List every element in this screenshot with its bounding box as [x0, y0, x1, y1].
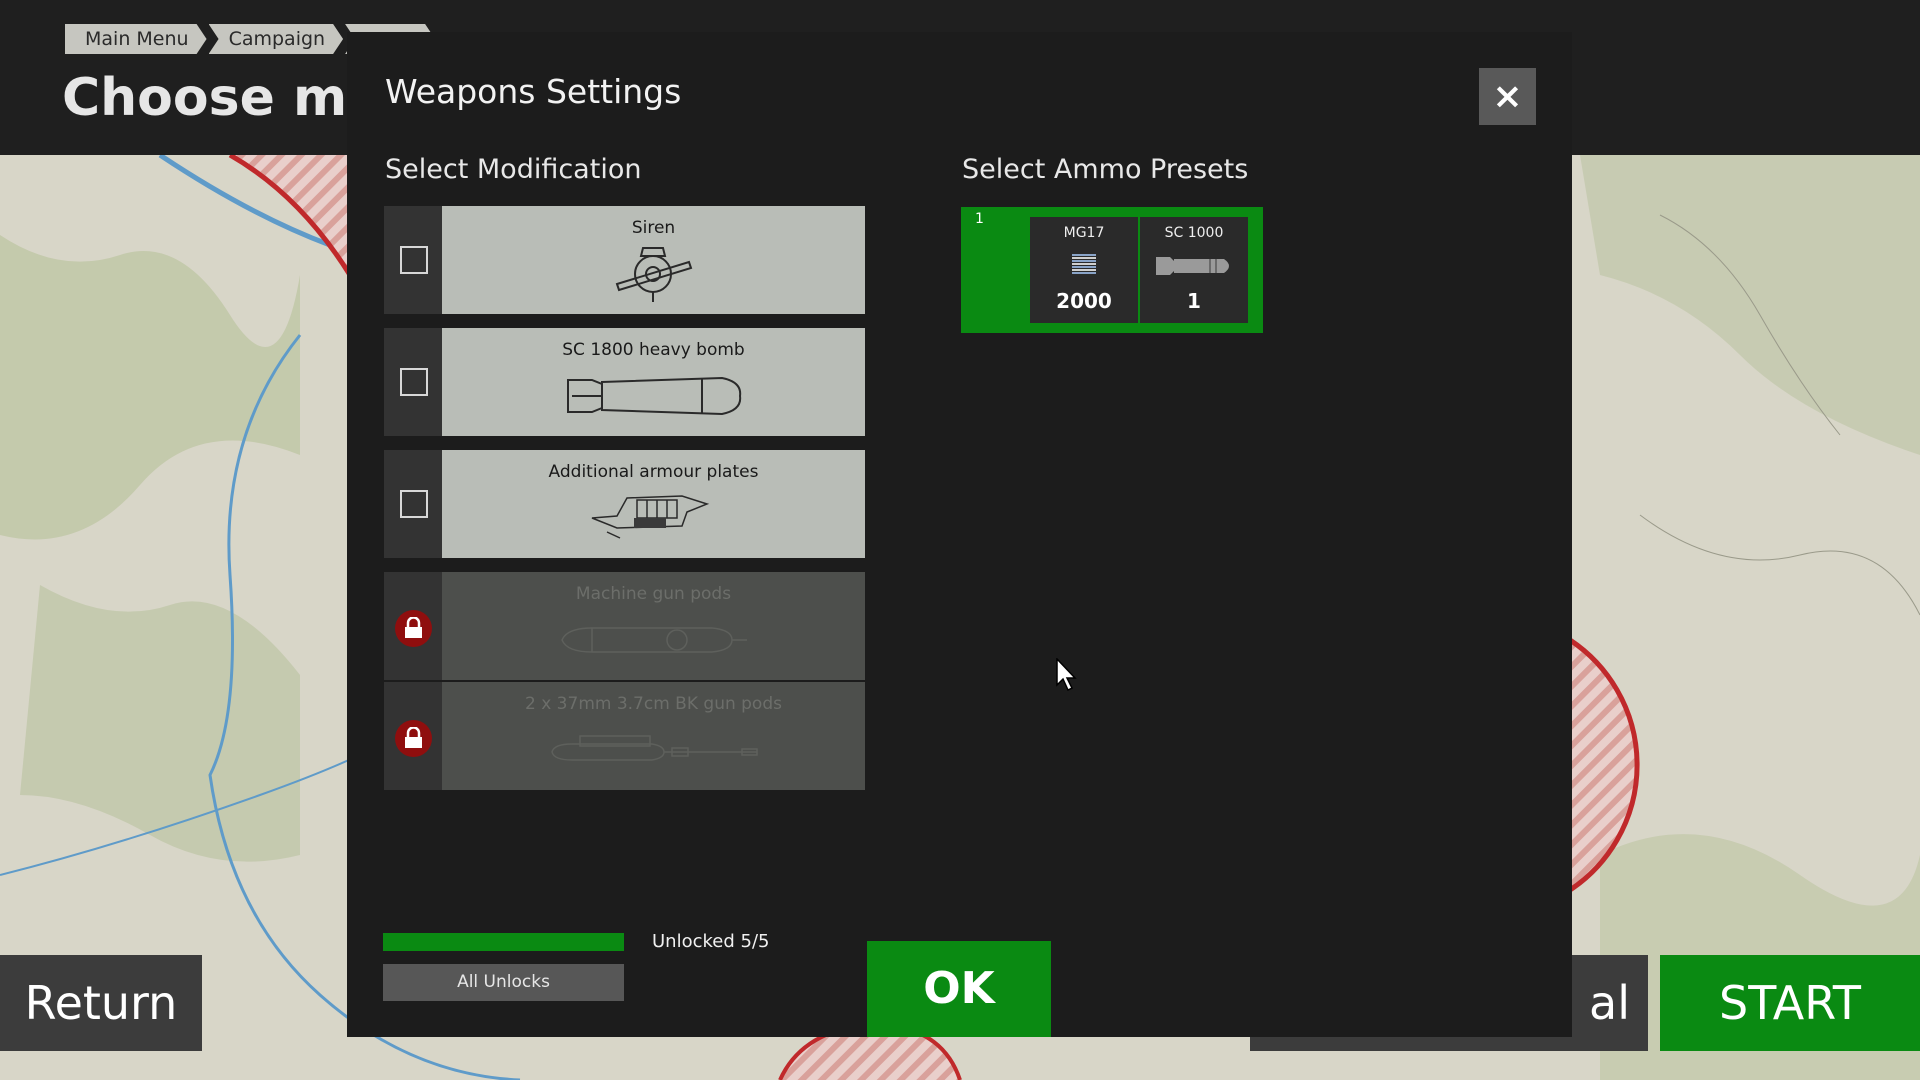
- modification-sc1800[interactable]: SC 1800 heavy bomb: [384, 328, 865, 436]
- modification-checkbox[interactable]: [384, 450, 442, 558]
- close-icon: ×: [1492, 76, 1523, 117]
- checkbox-icon: [400, 368, 428, 396]
- modification-card[interactable]: Additional armour plates: [442, 450, 865, 558]
- modification-bk-gun-pods: 2 x 37mm 3.7cm BK gun pods: [384, 682, 865, 790]
- lock-badge: [395, 610, 432, 647]
- lock-badge: [395, 720, 432, 757]
- modification-card: 2 x 37mm 3.7cm BK gun pods: [442, 682, 865, 790]
- ammo-name: SC 1000: [1164, 225, 1224, 241]
- modification-checkbox[interactable]: [384, 328, 442, 436]
- gun-pod-icon: [561, 627, 747, 653]
- armour-plates-icon: [591, 495, 710, 539]
- checkbox-icon: [400, 490, 428, 518]
- ammo-name: MG17: [1063, 225, 1105, 241]
- breadcrumb-main-menu[interactable]: Main Menu: [65, 24, 207, 54]
- return-button[interactable]: Return: [0, 955, 202, 1051]
- ammo-section-title: Select Ammo Presets: [962, 154, 1249, 185]
- dialog-title: Weapons Settings: [385, 72, 682, 111]
- modification-machine-gun-pods: Machine gun pods: [384, 572, 865, 680]
- cannon-pod-icon: [551, 735, 758, 761]
- ok-button[interactable]: OK: [867, 941, 1051, 1037]
- modification-card: Machine gun pods: [442, 572, 865, 680]
- modification-name: 2 x 37mm 3.7cm BK gun pods: [525, 694, 782, 714]
- close-button[interactable]: ×: [1479, 68, 1536, 125]
- lock-icon: [405, 617, 422, 638]
- unlock-progress-fill: [383, 933, 624, 951]
- bomb-icon: [1156, 257, 1229, 275]
- modification-name: Additional armour plates: [548, 462, 759, 482]
- modification-card[interactable]: Siren: [442, 206, 865, 314]
- siren-icon: [615, 247, 693, 302]
- mouse-cursor-icon: [1056, 658, 1077, 692]
- ammo-preset-card[interactable]: 1 MG17 2000 SC 1000 1: [961, 207, 1263, 333]
- weapons-settings-dialog: Weapons Settings × Select Modification S…: [347, 32, 1572, 1037]
- modification-name: Siren: [631, 218, 676, 238]
- ammo-count: 2000: [1056, 289, 1112, 313]
- bullets-icon: [1072, 254, 1096, 274]
- modification-lock: [384, 572, 442, 680]
- checkbox-icon: [400, 246, 428, 274]
- ammo-count: 1: [1187, 289, 1201, 313]
- modification-name: SC 1800 heavy bomb: [562, 340, 745, 360]
- modification-section-title: Select Modification: [385, 154, 642, 185]
- all-unlocks-button[interactable]: All Unlocks: [383, 964, 624, 1001]
- start-button[interactable]: START: [1660, 955, 1920, 1051]
- ammo-slot-sc1000: SC 1000 1: [1140, 217, 1248, 323]
- modification-armour-plates[interactable]: Additional armour plates: [384, 450, 865, 558]
- modification-checkbox[interactable]: [384, 206, 442, 314]
- unlock-progress-bar: [383, 933, 624, 951]
- modification-siren[interactable]: Siren: [384, 206, 865, 314]
- ammo-slot-mg17: MG17 2000: [1030, 217, 1138, 323]
- breadcrumb-campaign[interactable]: Campaign: [209, 24, 344, 54]
- lock-icon: [405, 727, 422, 748]
- modification-lock: [384, 682, 442, 790]
- modification-name: Machine gun pods: [575, 584, 732, 604]
- preset-number: 1: [975, 211, 984, 227]
- heavy-bomb-icon: [567, 376, 742, 416]
- modification-card[interactable]: SC 1800 heavy bomb: [442, 328, 865, 436]
- unlocked-label: Unlocked 5/5: [652, 931, 770, 952]
